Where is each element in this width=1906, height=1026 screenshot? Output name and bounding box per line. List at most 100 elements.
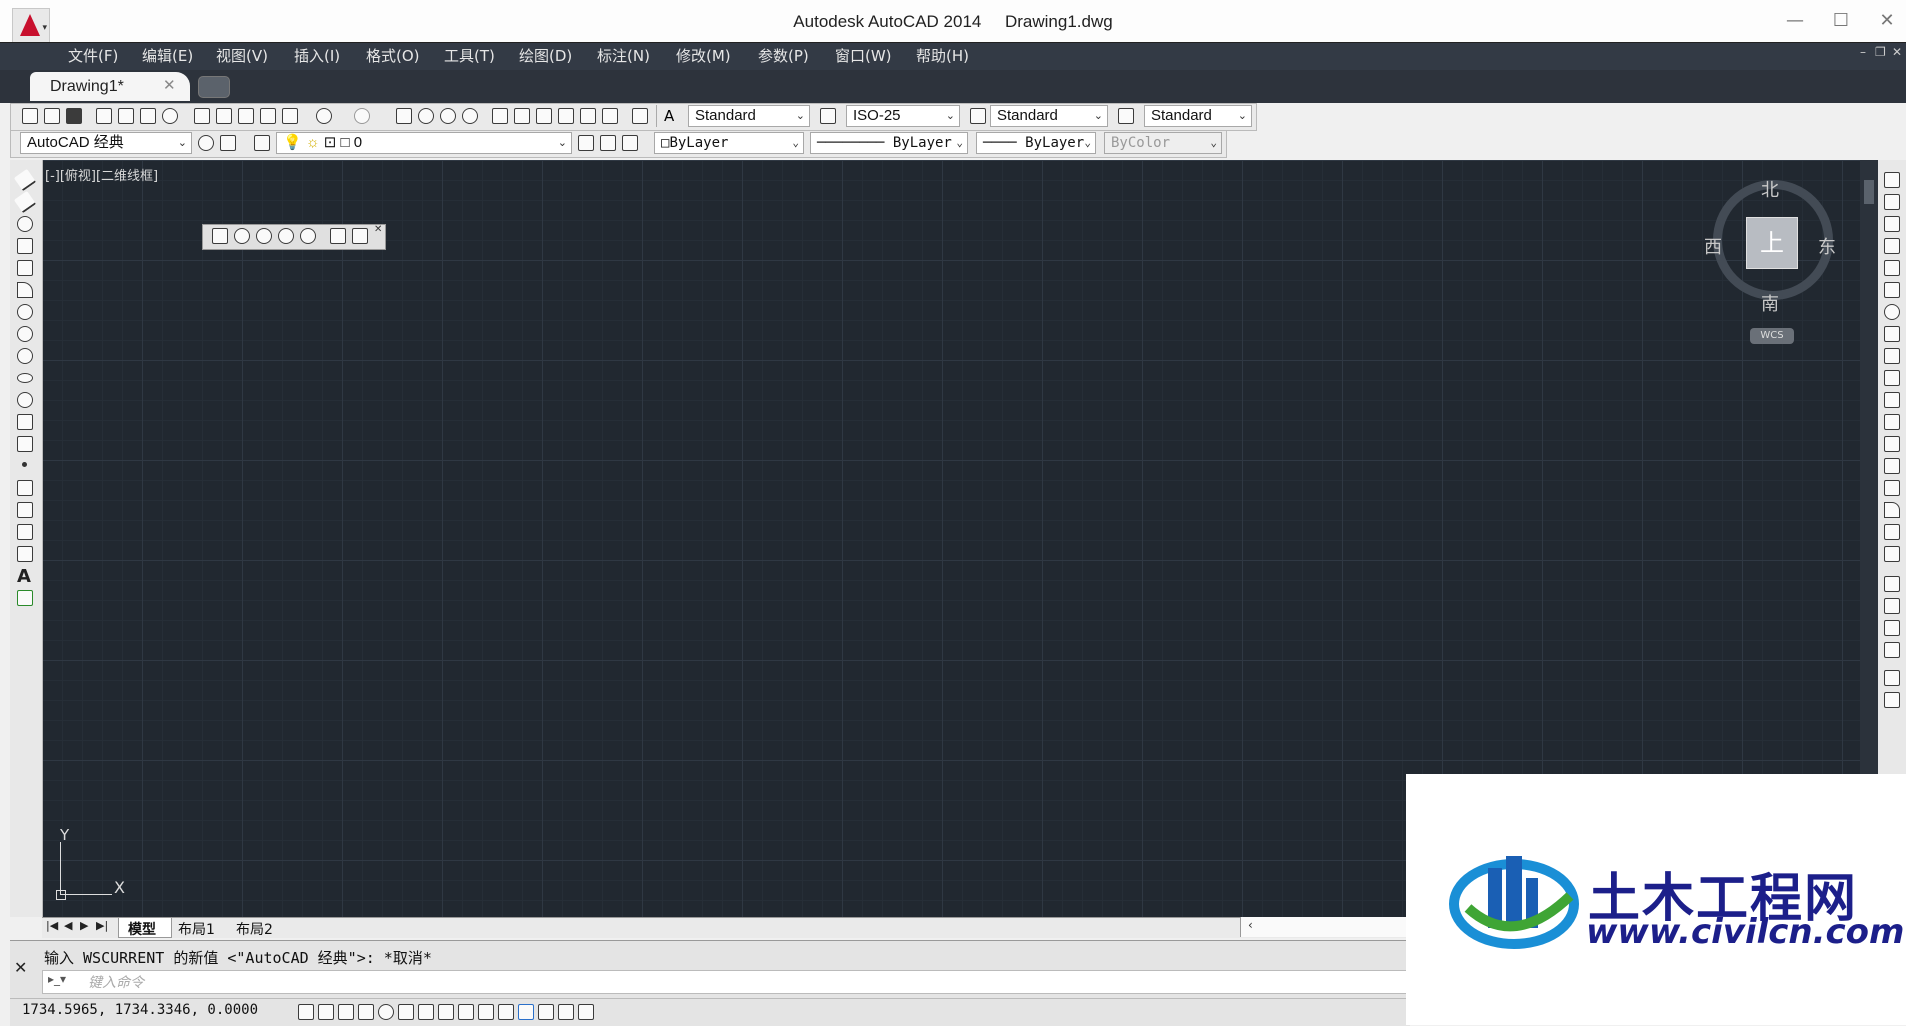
chamfer-icon[interactable]: [1884, 480, 1900, 496]
minimize-button[interactable]: —: [1772, 6, 1818, 36]
text-front-icon[interactable]: [1884, 670, 1900, 686]
close-button[interactable]: ✕: [1864, 6, 1906, 36]
paste-icon[interactable]: [238, 108, 254, 124]
3d-object-snap-icon[interactable]: [418, 1004, 434, 1020]
prev-layout-icon[interactable]: ◀: [64, 919, 72, 932]
multiline-text-icon[interactable]: A: [17, 566, 31, 587]
command-input[interactable]: [42, 970, 1414, 994]
extend-icon[interactable]: [1884, 392, 1900, 408]
zoom-extents-icon[interactable]: [352, 228, 368, 244]
plotstyle-select[interactable]: ByColor ⌄: [1104, 132, 1222, 154]
draworder-under-icon[interactable]: [1884, 642, 1900, 658]
scale-icon[interactable]: [1884, 326, 1900, 342]
explode-icon[interactable]: [1884, 546, 1900, 562]
transparency-icon[interactable]: [518, 1004, 534, 1020]
spline-icon[interactable]: [17, 348, 33, 364]
menu-tools[interactable]: 工具(T): [444, 45, 495, 66]
offset-icon[interactable]: [1884, 238, 1900, 254]
free-orbit-icon[interactable]: [256, 228, 272, 244]
hatch-back-icon[interactable]: [1884, 692, 1900, 708]
workspace-settings-icon[interactable]: [198, 135, 214, 151]
markup-icon[interactable]: [580, 108, 596, 124]
fillet-icon[interactable]: [1884, 502, 1900, 518]
move-icon[interactable]: [1884, 282, 1900, 298]
customize-icon[interactable]: [220, 135, 236, 151]
mdi-close-icon[interactable]: ✕: [1892, 45, 1902, 59]
block-editor-icon[interactable]: [282, 108, 298, 124]
annotation-monitor-icon[interactable]: [578, 1004, 594, 1020]
dynamic-input-icon[interactable]: [478, 1004, 494, 1020]
blend-curves-icon[interactable]: [1884, 524, 1900, 540]
new-tab-button[interactable]: [198, 76, 230, 98]
constrained-orbit-icon[interactable]: [234, 228, 250, 244]
mdi-restore-icon[interactable]: ❐: [1875, 45, 1886, 59]
menu-draw[interactable]: 绘图(D): [519, 45, 572, 66]
tool-palettes-icon[interactable]: [536, 108, 552, 124]
plot-preview-icon[interactable]: [118, 108, 134, 124]
polyline-icon[interactable]: [17, 216, 33, 232]
last-layout-icon[interactable]: ▶|: [96, 919, 108, 932]
mdi-minimize-icon[interactable]: –: [1860, 45, 1866, 59]
compass-west[interactable]: 西: [1704, 233, 1722, 259]
color-select[interactable]: □ByLayer ⌄: [654, 132, 804, 154]
zoom-previous-icon[interactable]: [462, 108, 478, 124]
erase-icon[interactable]: [1884, 172, 1900, 188]
make-block-icon[interactable]: [17, 436, 33, 452]
plot-icon[interactable]: [96, 108, 112, 124]
save-icon[interactable]: [66, 108, 82, 124]
publish-icon[interactable]: [140, 108, 156, 124]
compass-south[interactable]: 南: [1761, 290, 1779, 316]
linetype-select[interactable]: ──────── ByLayer ⌄: [810, 132, 968, 154]
help-icon[interactable]: [632, 108, 648, 124]
match-properties-icon[interactable]: [260, 108, 276, 124]
ellipse-icon[interactable]: [17, 373, 33, 383]
horizontal-scrollbar[interactable]: [1240, 917, 1407, 937]
region-icon[interactable]: [17, 524, 33, 540]
dim-style-select[interactable]: ISO-25 ⌄: [846, 105, 960, 127]
scroll-left-icon[interactable]: ‹: [1248, 918, 1253, 932]
polygon-icon[interactable]: [17, 238, 33, 254]
table-icon[interactable]: [17, 546, 33, 562]
draworder-back-icon[interactable]: [1884, 598, 1900, 614]
layer-select[interactable]: 💡 ☼ ⊡ □ 0 ⌄: [276, 132, 572, 154]
cut-icon[interactable]: [194, 108, 210, 124]
tab-layout1[interactable]: 布局1: [178, 919, 215, 939]
gradient-icon[interactable]: [17, 502, 33, 518]
command-prompt-icon[interactable]: ▸_▾: [48, 972, 66, 986]
copy-icon[interactable]: [216, 108, 232, 124]
adjust-distance-icon[interactable]: [300, 228, 316, 244]
first-layout-icon[interactable]: |◀: [46, 919, 58, 932]
lineweight-select[interactable]: ──── ByLayer ⌄: [976, 132, 1096, 154]
3d-dwf-icon[interactable]: [162, 108, 178, 124]
design-center-icon[interactable]: [514, 108, 530, 124]
revision-cloud-icon[interactable]: [17, 326, 33, 342]
redo-icon[interactable]: [354, 108, 370, 124]
lineweight-display-icon[interactable]: [498, 1004, 514, 1020]
copy-object-icon[interactable]: [1884, 194, 1900, 210]
continuous-orbit-icon[interactable]: [278, 228, 294, 244]
stretch-icon[interactable]: [1884, 348, 1900, 364]
make-current-layer-icon[interactable]: [578, 135, 594, 151]
mirror-icon[interactable]: [1884, 216, 1900, 232]
menu-dimension[interactable]: 标注(N): [597, 45, 650, 66]
compass-north[interactable]: 北: [1761, 176, 1779, 202]
maximize-button[interactable]: ☐: [1818, 6, 1864, 36]
menu-window[interactable]: 窗口(W): [835, 45, 892, 66]
close-tab-icon[interactable]: ✕: [163, 76, 176, 94]
3d-orbit-icon[interactable]: [212, 228, 228, 244]
close-icon[interactable]: ✕: [374, 224, 382, 235]
menu-edit[interactable]: 编辑(E): [142, 45, 193, 66]
layer-properties-icon[interactable]: [254, 135, 270, 151]
mleader-style-select[interactable]: Standard ⌄: [1144, 105, 1252, 127]
sheet-set-icon[interactable]: [558, 108, 574, 124]
pan-icon[interactable]: [396, 108, 412, 124]
quickcalc-icon[interactable]: [602, 108, 618, 124]
menu-help[interactable]: 帮助(H): [916, 45, 969, 66]
menu-modify[interactable]: 修改(M): [676, 45, 731, 66]
ellipse-arc-icon[interactable]: [17, 392, 33, 408]
open-icon[interactable]: [44, 108, 60, 124]
menu-view[interactable]: 视图(V): [216, 45, 268, 66]
object-snap-icon[interactable]: [398, 1004, 414, 1020]
hatch-icon[interactable]: [17, 480, 33, 496]
compass-east[interactable]: 东: [1818, 233, 1836, 259]
